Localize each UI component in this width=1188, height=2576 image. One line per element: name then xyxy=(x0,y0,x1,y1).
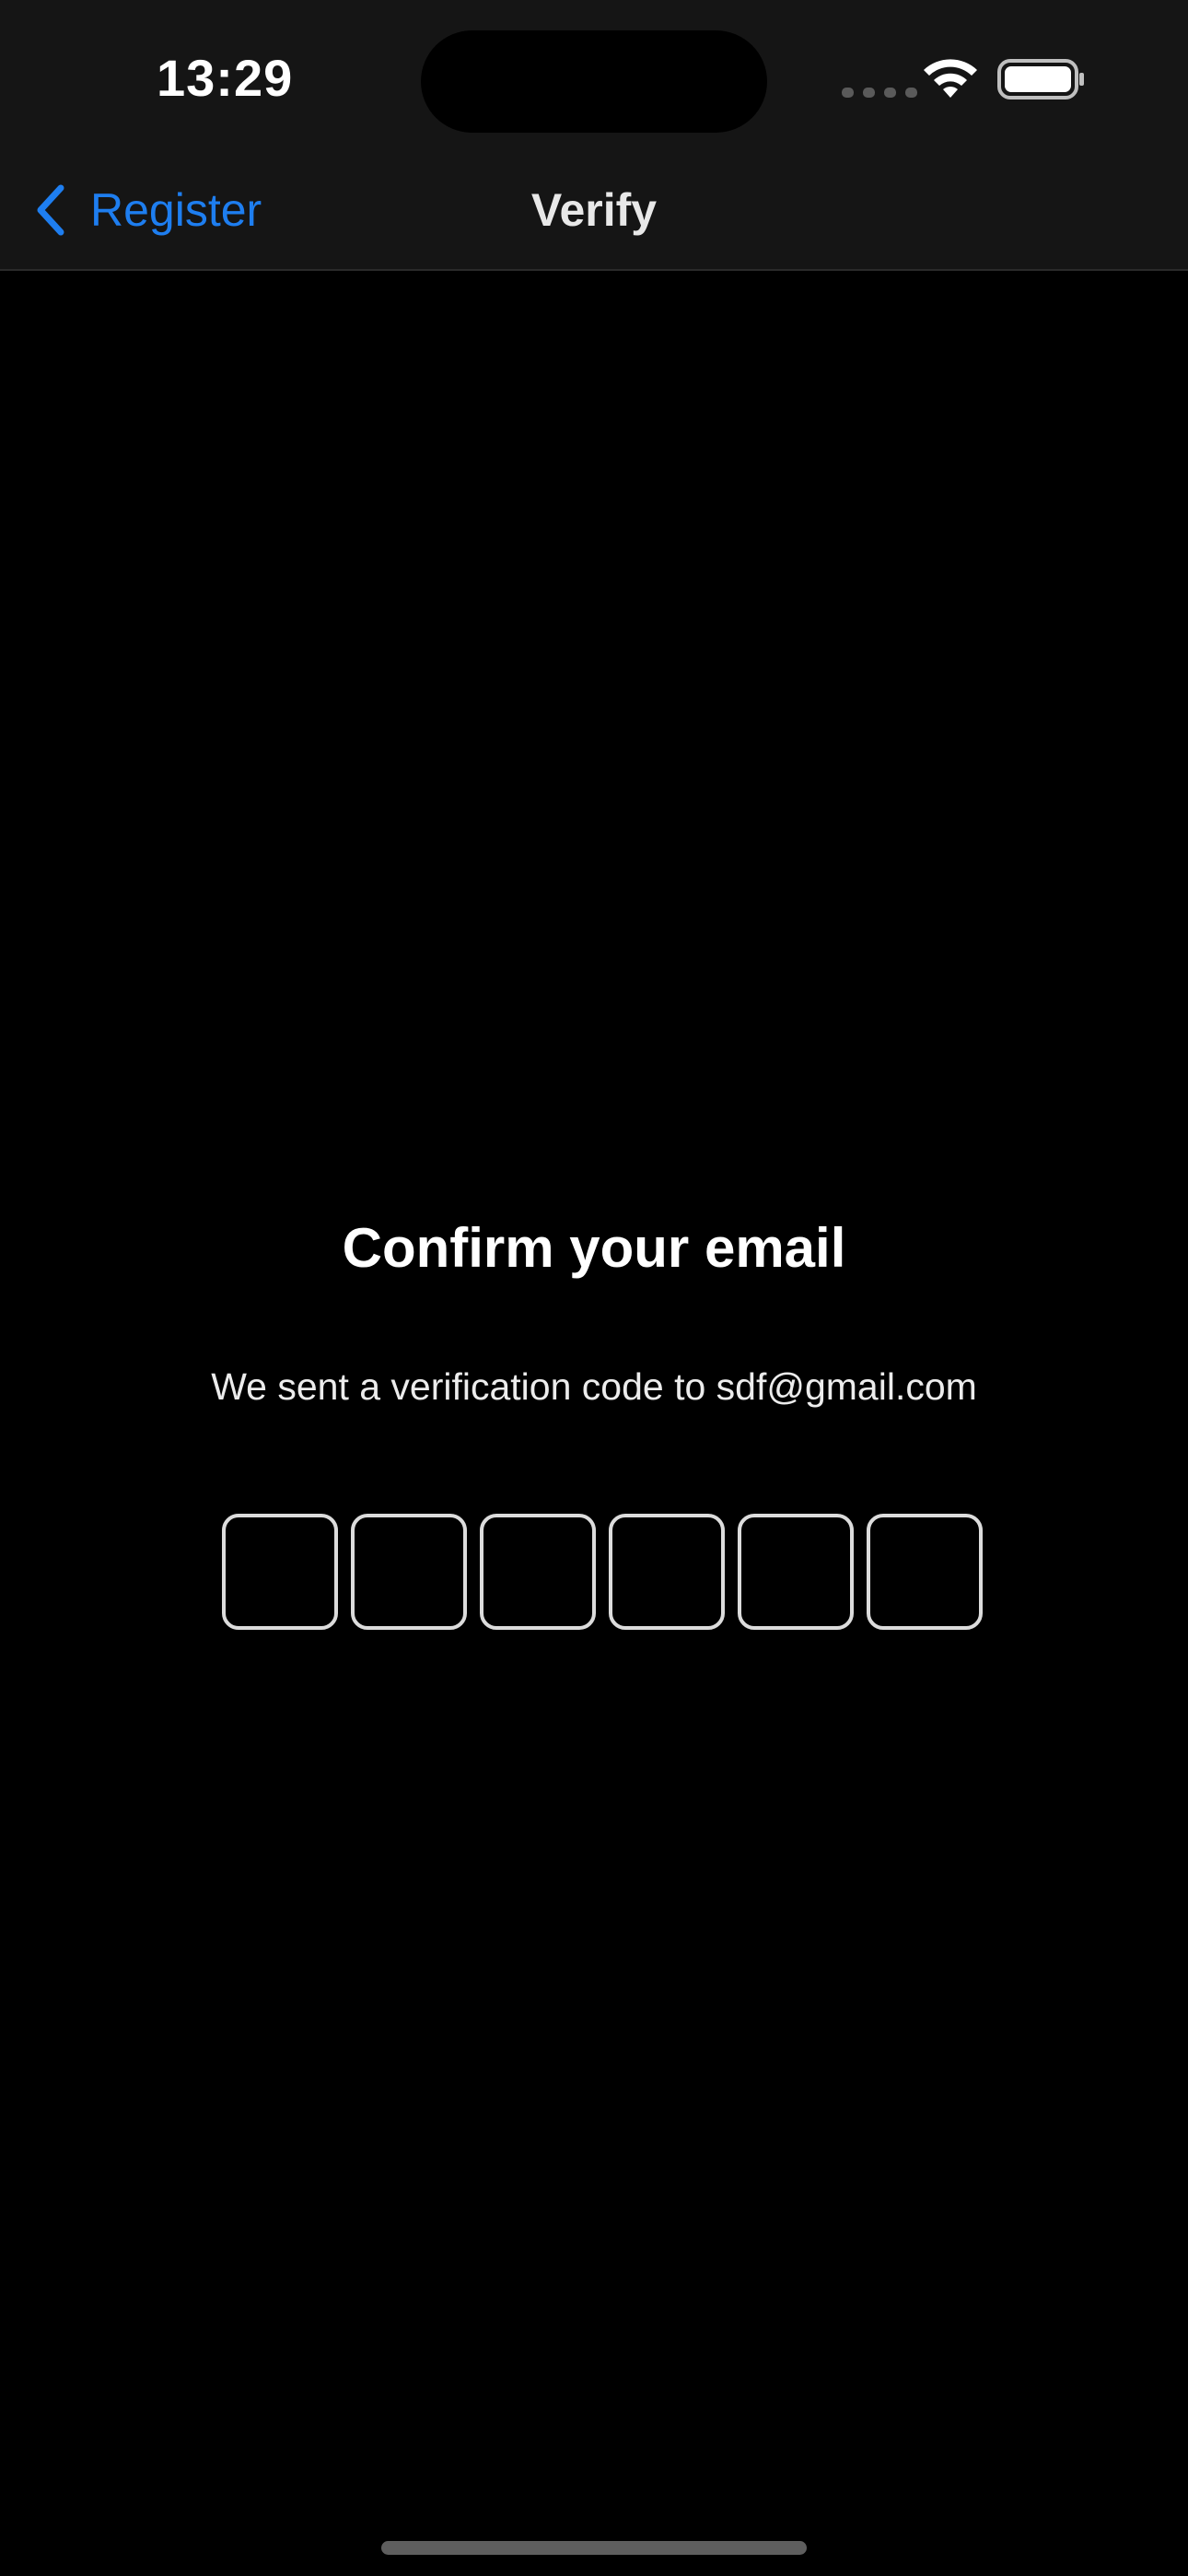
code-digit-3[interactable] xyxy=(480,1514,596,1630)
status-time: 13:29 xyxy=(157,49,294,107)
code-digit-1[interactable] xyxy=(222,1514,338,1630)
home-indicator[interactable] xyxy=(381,2541,807,2555)
header: 13:29 Register Verify xyxy=(0,0,1188,271)
verification-message: We sent a verification code to sdf@gmail… xyxy=(211,1365,977,1408)
code-digit-6[interactable] xyxy=(867,1514,983,1630)
dynamic-island xyxy=(421,30,767,133)
back-button-label: Register xyxy=(90,184,262,236)
code-digit-4[interactable] xyxy=(609,1514,725,1630)
verification-code-input xyxy=(222,1514,983,1630)
cellular-signal-icon xyxy=(842,88,917,98)
chevron-left-icon xyxy=(37,184,64,236)
back-button[interactable]: Register xyxy=(31,181,262,240)
code-digit-2[interactable] xyxy=(351,1514,467,1630)
wifi-icon xyxy=(924,59,977,98)
battery-icon xyxy=(997,59,1084,100)
confirm-email-heading: Confirm your email xyxy=(342,1217,846,1279)
code-digit-5[interactable] xyxy=(738,1514,854,1630)
